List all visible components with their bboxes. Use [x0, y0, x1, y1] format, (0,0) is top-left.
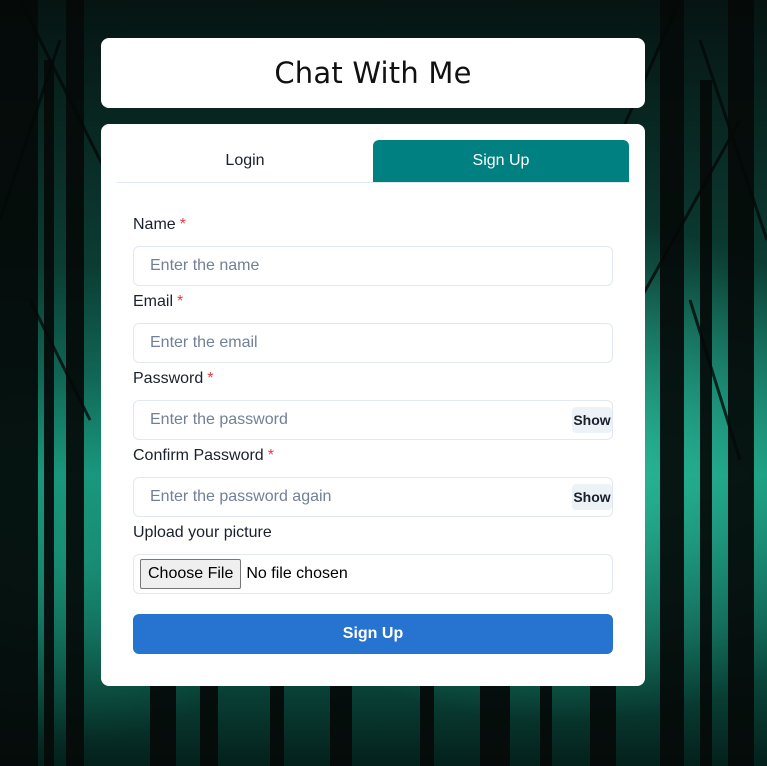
picture-upload-field: Choose File No file chosen: [133, 554, 613, 594]
confirm-password-show-button[interactable]: Show: [572, 484, 612, 510]
confirm-password-label: Confirm Password *: [133, 447, 274, 465]
name-input[interactable]: [134, 247, 550, 285]
file-status: No file chosen: [246, 565, 348, 582]
email-input[interactable]: [134, 324, 550, 362]
picture-label: Upload your picture: [133, 524, 272, 541]
email-required-mark: *: [177, 293, 184, 310]
password-label: Password *: [133, 370, 213, 388]
name-field: [133, 246, 613, 286]
confirm-password-label-text: Confirm Password: [133, 447, 264, 464]
tab-login[interactable]: Login: [117, 140, 373, 182]
email-label: Email *: [133, 293, 183, 311]
tab-sign-up[interactable]: Sign Up: [373, 140, 629, 182]
password-show-button[interactable]: Show: [572, 407, 612, 433]
email-field: [133, 323, 613, 363]
email-label-text: Email: [133, 293, 174, 310]
name-label: Name *: [133, 216, 186, 234]
password-label-text: Password: [133, 370, 204, 387]
password-field: Show: [133, 400, 613, 440]
auth-card: Login Sign Up Name* Email* Password* Sho…: [101, 124, 645, 686]
app-title: Chat With Me: [274, 56, 472, 90]
confirm-password-required-mark: *: [267, 447, 274, 464]
file-input: Choose File No file chosen: [134, 555, 612, 593]
name-label-text: Name: [133, 216, 176, 233]
auth-tabs: Login Sign Up: [117, 140, 629, 183]
sign-up-submit-button[interactable]: Sign Up: [133, 614, 613, 654]
name-required-mark: *: [179, 216, 186, 233]
app-header: Chat With Me: [101, 38, 645, 108]
choose-file-button[interactable]: Choose File: [140, 559, 242, 589]
confirm-password-field: Show: [133, 477, 613, 517]
password-input[interactable]: [134, 401, 550, 439]
password-required-mark: *: [207, 370, 214, 387]
confirm-password-input[interactable]: [134, 478, 550, 516]
